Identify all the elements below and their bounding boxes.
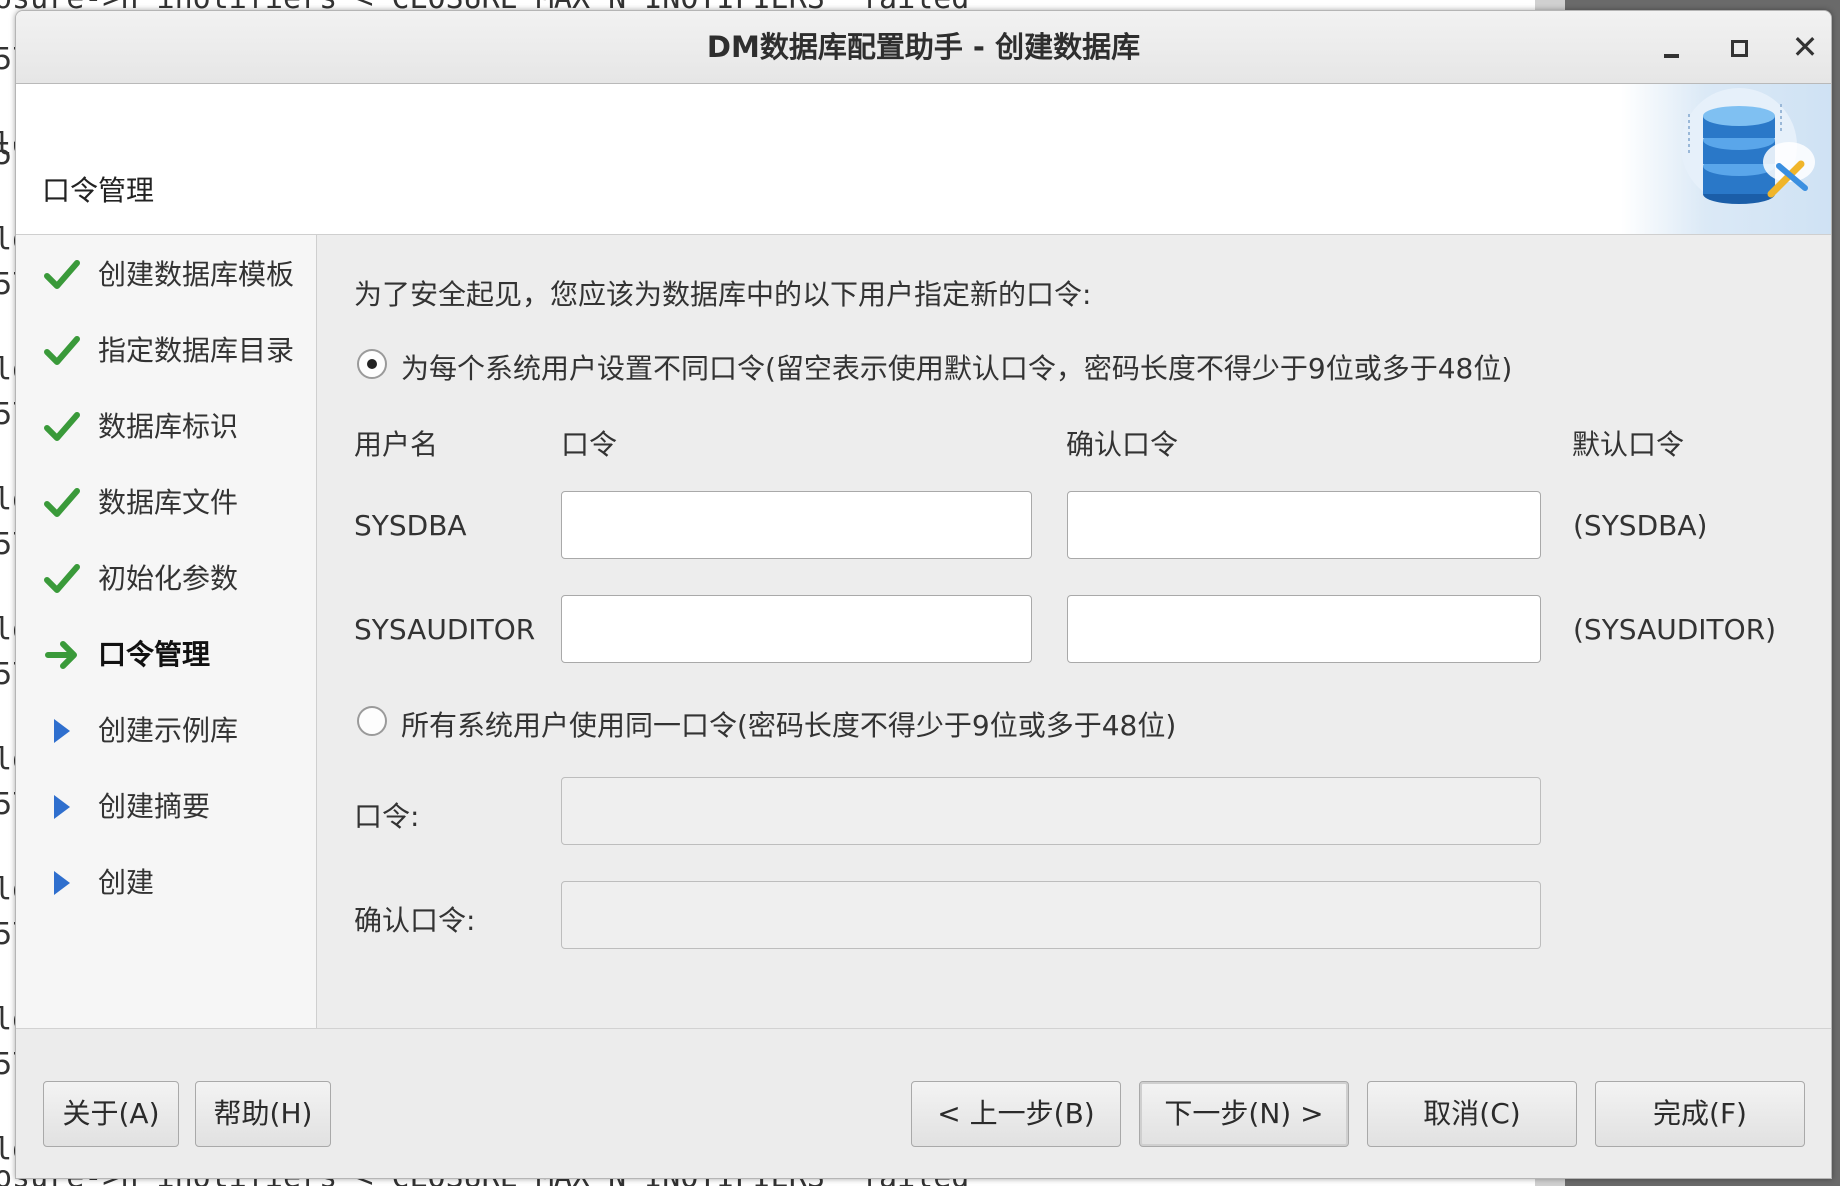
sysdba-confirm-input[interactable] (1067, 491, 1541, 559)
check-icon (44, 336, 80, 365)
button-bar: 关于(A) 帮助(H) < 上一步(B) 下一步(N) > 取消(C) 完成(F… (16, 1028, 1831, 1178)
step-label: 初始化参数 (98, 562, 239, 595)
sysauditor-confirm-input[interactable] (1067, 595, 1541, 663)
triangle-right-icon (54, 795, 70, 819)
column-header-user: 用户名 (354, 428, 439, 461)
back-button[interactable]: < 上一步(B) (911, 1081, 1121, 1147)
sysauditor-password-input[interactable] (561, 595, 1032, 663)
arrow-right-icon (45, 641, 77, 669)
separate-password-radio[interactable] (357, 349, 387, 379)
step-label: 口令管理 (98, 638, 211, 671)
check-icon (44, 564, 80, 593)
triangle-right-icon (54, 719, 70, 743)
default-password: (SYSDBA) (1573, 509, 1708, 542)
default-password: (SYSAUDITOR) (1573, 613, 1777, 646)
page-title: 口令管理 (42, 174, 155, 207)
check-icon (44, 260, 80, 289)
help-button[interactable]: 帮助(H) (195, 1081, 331, 1147)
step-label: 指定数据库目录 (98, 334, 295, 367)
close-button[interactable]: ✕ (1787, 29, 1823, 65)
column-header-confirm: 确认口令 (1066, 428, 1179, 461)
common-confirm-input[interactable] (561, 881, 1541, 949)
steps-sidebar: 创建数据库模板 指定数据库目录 数据库标识 数据库文件 初始化参数 口令管理 创… (16, 235, 317, 1028)
step-label: 创建摘要 (98, 790, 211, 823)
sysdba-password-input[interactable] (561, 491, 1032, 559)
common-confirm-label: 确认口令: (354, 904, 476, 937)
step-label: 创建 (98, 866, 155, 899)
page-header: 口令管理 (16, 84, 1831, 235)
user-name: SYSDBA (354, 509, 467, 542)
common-password-label: 口令: (354, 800, 420, 833)
user-name: SYSAUDITOR (354, 613, 536, 646)
column-header-password: 口令 (561, 428, 618, 461)
step-label: 创建示例库 (98, 714, 239, 747)
same-password-radio[interactable] (357, 706, 387, 736)
step-label: 数据库文件 (98, 486, 239, 519)
triangle-right-icon (54, 871, 70, 895)
finish-button[interactable]: 完成(F) (1595, 1081, 1805, 1147)
step-label: 数据库标识 (98, 410, 239, 443)
same-password-option-label[interactable]: 所有系统用户使用同一口令(密码长度不得少于9位或多于48位) (401, 704, 1176, 744)
title-bar[interactable]: DM数据库配置助手 - 创建数据库 ✕ (16, 11, 1831, 84)
next-button[interactable]: 下一步(N) > (1139, 1081, 1349, 1147)
check-icon (44, 488, 80, 517)
about-button[interactable]: 关于(A) (43, 1081, 179, 1147)
separate-password-option-label[interactable]: 为每个系统用户设置不同口令(留空表示使用默认口令，密码长度不得少于9位或多于48… (401, 347, 1512, 387)
column-header-default: 默认口令 (1572, 428, 1685, 461)
common-password-input[interactable] (561, 777, 1541, 845)
create-database-dialog: DM数据库配置助手 - 创建数据库 ✕ 口令管理 创建数据库模板 指定数据库目录… (15, 10, 1832, 1179)
password-panel: 为了安全起见，您应该为数据库中的以下用户指定新的口令: 为每个系统用户设置不同口… (317, 235, 1831, 1028)
database-wrench-icon (1681, 88, 1815, 204)
window-title: DM数据库配置助手 - 创建数据库 (706, 30, 1141, 64)
step-label: 创建数据库模板 (98, 258, 295, 291)
maximize-button[interactable] (1720, 29, 1756, 65)
intro-text: 为了安全起见，您应该为数据库中的以下用户指定新的口令: (354, 278, 1092, 311)
minimize-button[interactable] (1653, 29, 1689, 65)
check-icon (44, 412, 80, 441)
header-banner (1621, 84, 1831, 234)
cancel-button[interactable]: 取消(C) (1367, 1081, 1577, 1147)
